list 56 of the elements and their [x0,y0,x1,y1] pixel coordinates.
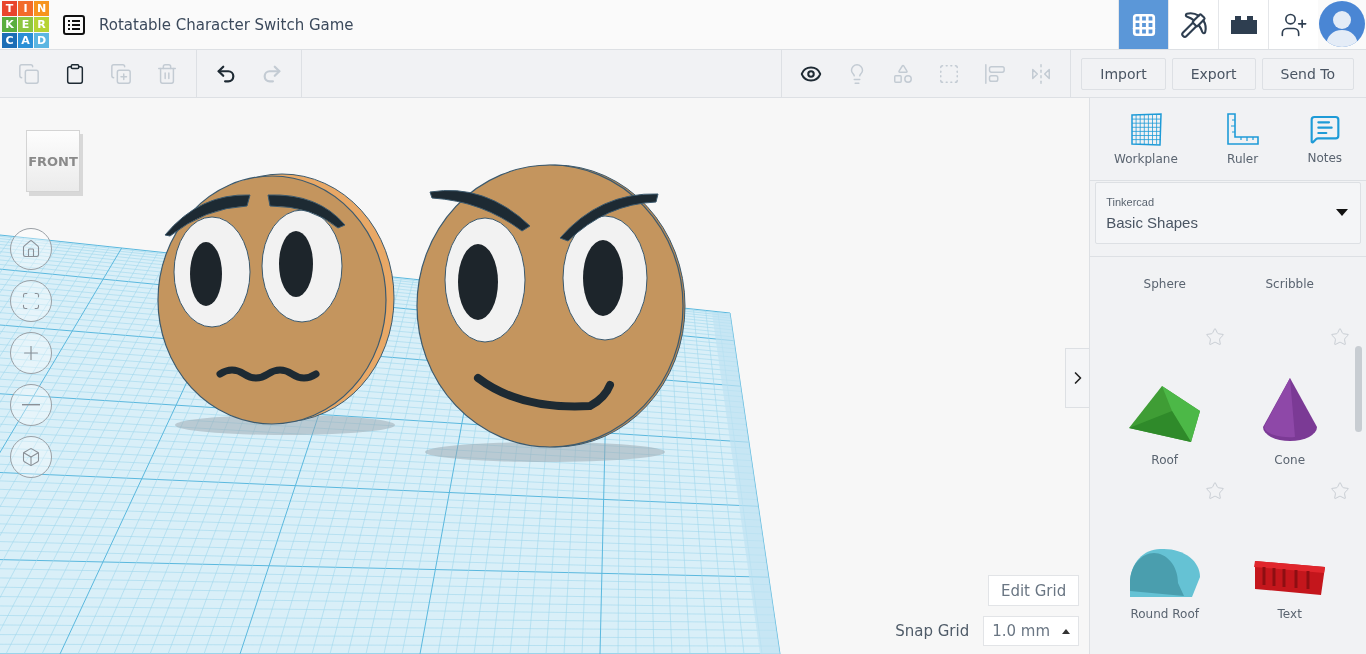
copy-icon [18,62,40,85]
avatar[interactable] [1319,1,1365,47]
workplane-icon [1128,112,1163,146]
shapes-icon [892,62,915,85]
square-icon [938,62,961,85]
list-icon [63,14,85,35]
clipboard-icon [64,62,86,85]
pickaxe-icon [1179,10,1208,39]
logo[interactable]: T I N K E R C A D [2,1,49,48]
edit-grid-button[interactable]: Edit Grid [987,575,1080,606]
library-source: Tinkercad [1106,195,1156,208]
shape-name[interactable]: Roof [1151,453,1179,467]
project-title: Rotatable Character Switch Game [99,15,354,34]
home-button[interactable] [10,228,52,270]
cone-icon [1260,377,1319,443]
ruler-icon [1225,112,1260,146]
scrollbar-thumb[interactable] [1355,346,1362,432]
zoom-in-button[interactable] [10,332,52,374]
view-mode-button[interactable] [1168,0,1218,49]
fit-view-icon [21,291,41,311]
library-category: Basic Shapes [1106,213,1199,231]
shape-name[interactable]: Scribble [1265,277,1314,291]
perspective-button[interactable] [10,436,52,478]
trash-icon [156,62,178,85]
cube-icon [21,447,41,467]
action-button[interactable]: Export [1171,57,1256,90]
invite-user-button[interactable] [1268,0,1318,49]
grid-icon [1130,11,1157,38]
fit-button[interactable] [10,280,52,322]
brick-icon [1229,14,1258,35]
favorite-star-icon[interactable] [1205,327,1226,347]
ruler-tool[interactable]: Ruler [1221,108,1264,170]
favorite-star-icon[interactable] [1330,481,1351,501]
notes-tool[interactable]: Notes [1303,109,1347,169]
shape-library-dropdown[interactable]: Tinkercad Basic Shapes [1095,182,1361,244]
home-icon [21,239,41,259]
shape-name[interactable]: Round Roof [1130,607,1199,621]
collapse-panel-button[interactable] [1065,348,1090,408]
mirror-icon [1030,62,1053,85]
shape-name[interactable]: Text [1277,607,1302,621]
action-button[interactable]: Send To [1261,57,1354,90]
favorite-star-icon[interactable] [1330,327,1351,347]
align-icon [984,62,1007,85]
view-mode-button[interactable] [1218,0,1268,49]
favorite-star-icon[interactable] [1205,481,1226,501]
zoom-out-button[interactable] [10,384,52,426]
snap-grid-select[interactable]: 1.0 mm [983,616,1080,646]
duplicate-icon [110,62,132,85]
caret-up-icon [1062,628,1071,634]
snap-grid-label: Snap Grid [895,622,970,640]
notes-icon [1308,113,1341,145]
shape-name[interactable]: Cone [1274,453,1306,467]
caret-icon [1336,209,1348,217]
shape-name[interactable]: Sphere [1143,277,1186,291]
workplane-tool[interactable]: Workplane [1110,108,1182,170]
action-button[interactable]: Import [1081,57,1166,90]
